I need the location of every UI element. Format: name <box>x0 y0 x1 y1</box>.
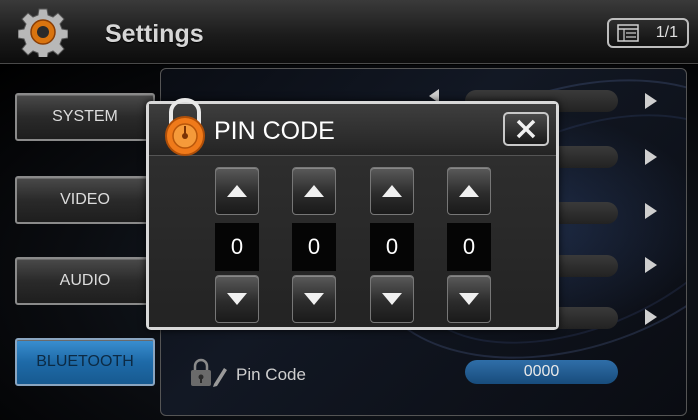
title-bar: Settings 1/1 <box>0 0 698 64</box>
next-option-arrow[interactable] <box>645 309 657 325</box>
digit-4-up-button[interactable] <box>447 167 491 215</box>
digit-2-value: 0 <box>292 223 336 271</box>
digit-2-up-button[interactable] <box>292 167 336 215</box>
menu-video-button[interactable]: VIDEO <box>15 176 155 224</box>
digit-3-down-button[interactable] <box>370 275 414 323</box>
arrow-up-icon <box>227 185 247 197</box>
digit-1-up-button[interactable] <box>215 167 259 215</box>
digit-4-down-button[interactable] <box>447 275 491 323</box>
next-option-arrow[interactable] <box>645 257 657 273</box>
arrow-down-icon <box>227 293 247 305</box>
digit-1-value: 0 <box>215 223 259 271</box>
menu-system-button[interactable]: SYSTEM <box>15 93 155 141</box>
pin-code-dialog: PIN CODE 0 0 0 0 <box>146 98 559 330</box>
digit-2-down-button[interactable] <box>292 275 336 323</box>
arrow-down-icon <box>459 293 479 305</box>
padlock-icon <box>165 98 205 156</box>
gear-icon <box>18 8 68 57</box>
page-title: Settings <box>105 20 204 48</box>
list-icon <box>617 24 639 42</box>
lock-edit-icon <box>191 358 227 387</box>
arrow-up-icon <box>382 185 402 197</box>
next-option-arrow[interactable] <box>645 93 657 109</box>
next-option-arrow[interactable] <box>645 203 657 219</box>
page-indicator-button[interactable]: 1/1 <box>607 18 689 48</box>
close-icon <box>516 119 536 139</box>
page-indicator-text: 1/1 <box>655 24 678 41</box>
dialog-body: 0 0 0 0 <box>149 156 556 327</box>
arrow-down-icon <box>382 293 402 305</box>
menu-bluetooth-button[interactable]: BLUETOOTH <box>15 338 155 386</box>
arrow-down-icon <box>304 293 324 305</box>
arrow-up-icon <box>459 185 479 197</box>
close-button[interactable] <box>503 112 549 146</box>
digit-4-value: 0 <box>447 223 491 271</box>
arrow-up-icon <box>304 185 324 197</box>
digit-3-up-button[interactable] <box>370 167 414 215</box>
dialog-title: PIN CODE <box>214 117 335 145</box>
next-option-arrow[interactable] <box>645 149 657 165</box>
dialog-header: PIN CODE <box>149 98 556 156</box>
digit-1-down-button[interactable] <box>215 275 259 323</box>
digit-3-value: 0 <box>370 223 414 271</box>
menu-audio-button[interactable]: AUDIO <box>15 257 155 305</box>
pin-code-label: Pin Code <box>236 365 306 384</box>
pin-code-value[interactable]: 0000 <box>465 360 618 384</box>
